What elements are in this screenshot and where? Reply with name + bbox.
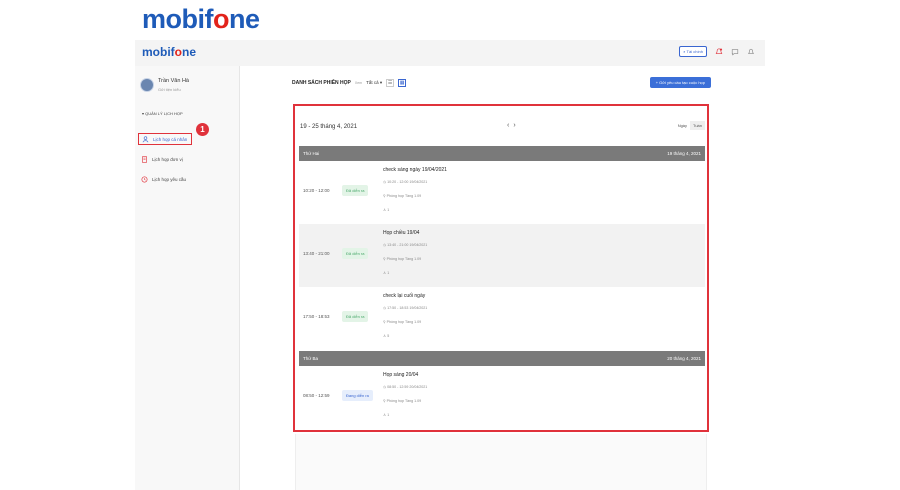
- status-badge: Đã diễn ra: [342, 185, 369, 196]
- event-when: ◷ 08:50 - 12:59 20/04/2021: [383, 385, 428, 389]
- user-name: Trần Văn Hà: [158, 78, 189, 84]
- view-switch: Ngày Tuần: [674, 121, 705, 130]
- clock-icon: ◷: [383, 385, 387, 389]
- calendar-range: 19 - 25 tháng 4, 2021: [300, 124, 358, 130]
- calendar-nav: ‹ ›: [507, 122, 516, 129]
- sidebar-item-label: Lịch họp đơn vị: [152, 156, 183, 162]
- prev-week-button[interactable]: ‹: [507, 122, 509, 129]
- calendar-overflow-area: [295, 434, 707, 490]
- location-icon: ⚲: [383, 194, 386, 198]
- chat-icon[interactable]: [731, 48, 739, 56]
- event-title: check lại cuối ngày: [383, 293, 426, 299]
- event-people: ♙ 1: [383, 208, 390, 212]
- event-people: ♙ 1: [383, 271, 390, 275]
- list-view-button[interactable]: ☰: [386, 79, 395, 87]
- person-icon: [142, 135, 149, 142]
- calendar-panel: 19 - 25 tháng 4, 2021 ‹ › Ngày Tuần Thứ …: [293, 104, 709, 432]
- sidebar-item-requested-meetings[interactable]: Lịch họp yêu cầu: [138, 173, 189, 185]
- building-icon: [142, 155, 147, 163]
- list-item[interactable]: 13:40 - 21:00 Đã diễn ra Họp chiều 19/04…: [299, 224, 705, 287]
- people-icon: ♙: [383, 334, 387, 338]
- location-icon: ⚲: [383, 257, 386, 261]
- sidebar: Trần Văn Hà Gửi tiện kiểu ▾ QUẢN LÝ LỊCH…: [135, 66, 240, 490]
- day-header: Thứ Hai 19 tháng 4, 2021: [299, 146, 705, 161]
- event-title: check sáng ngày 19/04/2021: [383, 167, 447, 173]
- clock-icon: [141, 176, 148, 182]
- event-time: 10:20 - 12:00: [303, 188, 330, 193]
- sidebar-item-label: Lịch họp cá nhân: [153, 136, 188, 142]
- callout-1: 1: [196, 123, 209, 136]
- mobifone-logo: mobifone: [142, 4, 260, 34]
- list-header: DANH SÁCH PHIÊN HỌP Xem Tất cả ▾ ☰ ▦: [292, 79, 407, 87]
- main-content: DANH SÁCH PHIÊN HỌP Xem Tất cả ▾ ☰ ▦ + G…: [240, 66, 765, 490]
- user-subtitle: Gửi tiện kiểu: [158, 87, 181, 92]
- event-when: ◷ 13:40 - 21:00 19/04/2021: [383, 243, 428, 247]
- event-time: 13:40 - 21:00: [303, 251, 330, 256]
- people-icon: ♙: [383, 271, 387, 275]
- event-time: 17:50 - 18:53: [303, 314, 330, 319]
- status-badge: Đã diễn ra: [342, 248, 369, 259]
- filter-label: Xem: [354, 81, 363, 85]
- event-when: ◷ 10:20 - 12:00 19/04/2021: [383, 180, 428, 184]
- bell-icon[interactable]: [747, 48, 755, 56]
- list-item[interactable]: 17:50 - 18:53 Đã diễn ra check lại cuối …: [299, 287, 705, 350]
- sidebar-item-personal-meetings[interactable]: Lịch họp cá nhân: [138, 133, 192, 145]
- event-people: ♙ 5: [383, 334, 390, 338]
- people-icon: ♙: [383, 208, 387, 212]
- sidebar-item-label: Lịch họp yêu cầu: [152, 176, 187, 182]
- list-item[interactable]: 08:50 - 12:59 Đang diễn ra Họp sáng 20/0…: [299, 366, 705, 429]
- avatar[interactable]: [140, 78, 154, 92]
- clock-icon: ◷: [383, 180, 387, 184]
- calendar-view-button[interactable]: ▦: [398, 79, 407, 87]
- event-room: ⚲ Phòng họp Tầng 1.09: [383, 257, 422, 261]
- week-view-button[interactable]: Tuần: [690, 121, 705, 130]
- search-button[interactable]: ⌕ Tài chính: [679, 46, 707, 57]
- add-meeting-request-button[interactable]: + Gửi yêu cầu tạo cuộc họp: [649, 77, 711, 88]
- event-room: ⚲ Phòng họp Tầng 1.09: [383, 320, 422, 324]
- day-date: 19 tháng 4, 2021: [667, 151, 701, 156]
- day-name: Thứ Hai: [303, 151, 320, 156]
- location-icon: ⚲: [383, 399, 386, 403]
- filter-select[interactable]: Tất cả ▾: [366, 80, 382, 86]
- day-view-button[interactable]: Ngày: [674, 121, 691, 130]
- sidebar-section-label[interactable]: ▾ QUẢN LÝ LỊCH HỌP: [142, 111, 183, 116]
- list-icon: ☰: [387, 80, 393, 86]
- day-name: Thứ Ba: [303, 356, 319, 361]
- day-header: Thứ Ba 20 tháng 4, 2021: [299, 351, 705, 366]
- sidebar-item-unit-meetings[interactable]: Lịch họp đơn vị: [138, 153, 186, 165]
- event-title: Họp chiều 19/04: [383, 230, 420, 236]
- status-badge: Đang diễn ra: [342, 390, 373, 401]
- event-title: Họp sáng 20/04: [383, 372, 419, 378]
- header-actions: ⌕ Tài chính: [679, 46, 755, 57]
- event-when: ◷ 17:50 - 18:53 19/04/2021: [383, 306, 428, 310]
- next-week-button[interactable]: ›: [513, 122, 515, 129]
- location-icon: ⚲: [383, 320, 386, 324]
- clock-icon: ◷: [383, 243, 387, 247]
- app-header: [135, 40, 765, 66]
- clock-icon: ◷: [383, 306, 387, 310]
- event-people: ♙ 1: [383, 413, 390, 417]
- event-time: 08:50 - 12:59: [303, 393, 330, 398]
- list-item[interactable]: 10:20 - 12:00 Đã diễn ra check sáng ngày…: [299, 161, 705, 224]
- status-badge: Đã diễn ra: [342, 311, 369, 322]
- app-logo[interactable]: mobifone: [142, 45, 196, 59]
- day-date: 20 tháng 4, 2021: [667, 356, 701, 361]
- search-button-label: Tài chính: [686, 49, 703, 54]
- event-room: ⚲ Phòng họp Tầng 1.09: [383, 194, 422, 198]
- bell-alert-icon[interactable]: [715, 47, 723, 56]
- page-title: DANH SÁCH PHIÊN HỌP: [292, 80, 351, 86]
- event-room: ⚲ Phòng họp Tầng 1.09: [383, 399, 422, 403]
- calendar-icon: ▦: [399, 80, 405, 86]
- people-icon: ♙: [383, 413, 387, 417]
